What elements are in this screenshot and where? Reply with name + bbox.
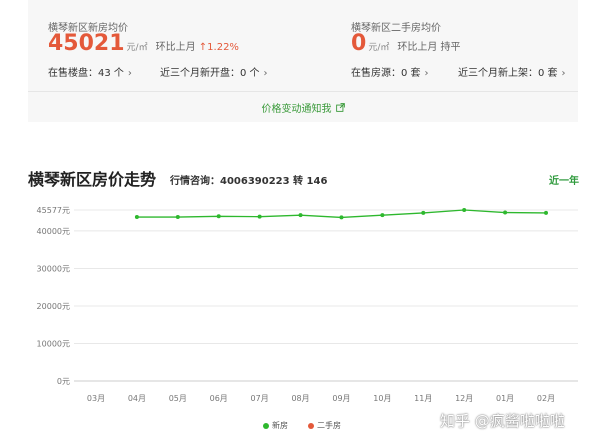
consult-hotline: 行情咨询：4006390223 转 146 [170,176,328,187]
legend-label-new: 新房 [272,421,288,430]
summary-divider [28,91,578,92]
period-selector-one-year[interactable]: 近一年 [549,172,579,187]
new-home-on-sale-link[interactable]: 在售楼盘：43 个 › [48,64,132,79]
watermark-text: 知乎 @疯酱啦啦啦 [440,412,565,430]
x-tick-label: 07月 [251,394,269,403]
x-tick-label: 09月 [332,394,350,403]
x-tick-label: 08月 [291,394,309,403]
y-tick-label: 40000元 [37,227,70,236]
second-hand-mom-value: 持平 [440,42,461,53]
x-tick-label: 11月 [414,394,432,403]
price-notify-link[interactable]: 价格变动通知我 [28,100,578,115]
legend-new-home[interactable]: 新房 [263,420,288,431]
second-hand-on-sale-link[interactable]: 在售房源：0 套 › [351,64,429,79]
second-hand-price-unit: 元/㎡ [368,43,390,53]
data-point [503,210,508,215]
data-point [134,215,139,220]
x-tick-label: 01月 [496,394,514,403]
data-point [298,213,303,218]
second-hand-listings: 近三个月新上架：0 套 [458,68,558,79]
new-home-openings: 近三个月新开盘：0 个 [160,68,260,79]
legend-dot-second-hand [308,422,314,429]
data-point [421,210,426,215]
second-hand-mom-label: 环比上月 [397,42,438,53]
y-tick-label: 30000元 [37,264,70,273]
y-tick-label: 0元 [57,377,70,386]
price-summary-panel: 横琴新区新房均价 45021 元/㎡ 环比上月 ↑1.22% 在售楼盘：43 个 › … [28,0,578,122]
data-point [175,215,180,220]
x-tick-label: 02月 [537,394,555,403]
second-hand-mom: 环比上月 持平 [397,42,460,53]
y-tick-label: 10000元 [37,339,70,348]
x-tick-label: 10月 [373,394,391,403]
data-point [462,208,467,212]
new-home-mom-label: 环比上月 [155,42,196,53]
new-home-mom: 环比上月 ↑1.22% [156,42,239,53]
second-hand-price-row: 0 元/㎡ 环比上月 持平 [351,31,461,56]
new-home-price-unit: 元/㎡ [126,43,148,53]
new-home-price: 45021 [48,31,125,56]
x-tick-label: 06月 [210,394,228,403]
new-home-mom-value: ↑1.22% [198,42,239,53]
chevron-right-icon: › [127,68,132,79]
new-home-price-row: 45021 元/㎡ 环比上月 ↑1.22% [48,31,239,56]
x-tick-label: 12月 [455,394,473,403]
legend-dot-new [263,422,269,429]
chevron-right-icon: › [561,68,566,79]
price-notify-label: 价格变动通知我 [261,104,332,115]
external-link-icon [335,103,345,115]
price-trend-chart: 0元 10000元 20000元 30000元 40000元 45577元 03月 04月 05… [37,206,578,403]
x-tick-label: 04月 [128,394,146,403]
legend-second-hand[interactable]: 二手房 [308,420,341,431]
second-hand-on-sale: 在售房源：0 套 [351,68,421,79]
data-point [380,213,385,218]
x-tick-label: 03月 [87,394,105,403]
chevron-right-icon: › [424,68,429,79]
legend-label-second-hand: 二手房 [317,421,341,430]
trend-title: 横琴新区房价走势 [28,170,157,189]
y-tick-label: 20000元 [37,302,70,311]
chevron-right-icon: › [263,68,268,79]
x-tick-label: 05月 [169,394,187,403]
new-home-openings-link[interactable]: 近三个月新开盘：0 个 › [160,64,268,79]
y-tick-label: 45577元 [37,206,70,215]
data-point [339,215,344,220]
data-point [257,214,262,219]
data-point [216,214,221,219]
data-point [544,210,548,215]
second-hand-listings-link[interactable]: 近三个月新上架：0 套 › [458,64,566,79]
second-hand-price: 0 [351,31,367,56]
new-home-on-sale: 在售楼盘：43 个 [48,68,124,79]
